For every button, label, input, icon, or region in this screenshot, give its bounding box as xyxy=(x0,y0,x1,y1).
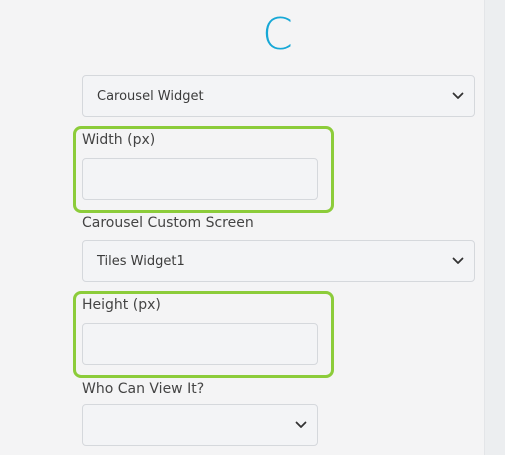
height-input[interactable] xyxy=(82,323,318,365)
form-panel: C Carousel Widget Width (px) Carousel Cu… xyxy=(0,0,484,455)
visibility-label: Who Can View It? xyxy=(82,381,205,397)
widget-type-select[interactable]: Carousel Widget xyxy=(82,75,475,117)
scroll-gutter xyxy=(484,0,505,455)
custom-screen-label: Carousel Custom Screen xyxy=(82,215,254,231)
custom-screen-select-value: Tiles Widget1 xyxy=(97,253,185,269)
widget-type-select-value: Carousel Widget xyxy=(97,88,204,104)
chevron-down-icon xyxy=(452,92,464,99)
width-field-label: Width (px) xyxy=(82,132,156,148)
chevron-down-icon xyxy=(295,421,307,428)
custom-screen-select[interactable]: Tiles Widget1 xyxy=(82,240,475,282)
width-input[interactable] xyxy=(82,158,318,200)
chevron-down-icon xyxy=(452,257,464,264)
visibility-select[interactable] xyxy=(82,404,318,446)
page-initial: C xyxy=(262,9,293,60)
height-field-label: Height (px) xyxy=(82,297,161,313)
